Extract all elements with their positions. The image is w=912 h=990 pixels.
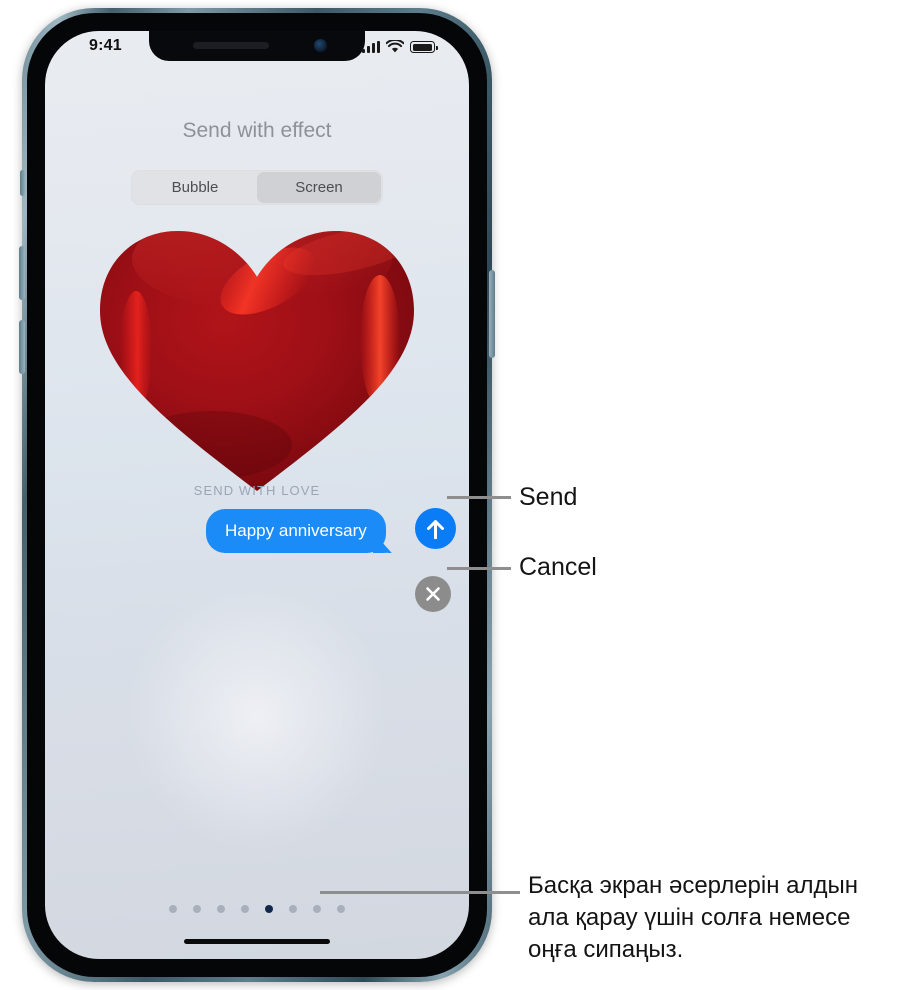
page-dot[interactable] <box>337 905 345 913</box>
send-button[interactable] <box>415 508 456 549</box>
bubble-tail-icon <box>372 532 392 553</box>
cancel-button[interactable] <box>415 576 451 612</box>
segment-screen[interactable]: Screen <box>257 172 381 203</box>
effect-caption: SEND WITH LOVE <box>193 483 321 498</box>
segment-bubble[interactable]: Bubble <box>133 172 257 203</box>
volume-down-button[interactable] <box>19 320 25 374</box>
status-bar: 9:41 <box>45 31 469 65</box>
page-indicator-dots[interactable] <box>169 905 345 913</box>
volume-up-button[interactable] <box>19 246 25 300</box>
page-title: Send with effect <box>182 119 332 142</box>
callout-label-cancel: Cancel <box>519 553 597 581</box>
effect-type-segmented-control[interactable]: Bubble Screen <box>131 170 383 205</box>
page-dot[interactable] <box>289 905 297 913</box>
illustration-canvas: 9:41 Send with effect Bubble Screen SEND… <box>0 0 912 990</box>
page-dot-active[interactable] <box>265 905 273 913</box>
page-dot[interactable] <box>217 905 225 913</box>
callout-label-send: Send <box>519 483 578 511</box>
arrow-up-icon <box>427 519 444 539</box>
home-indicator[interactable] <box>184 939 330 944</box>
callout-leader-line <box>320 891 520 894</box>
page-dot[interactable] <box>169 905 177 913</box>
battery-icon <box>410 41 438 53</box>
page-dot[interactable] <box>313 905 321 913</box>
status-bar-time: 9:41 <box>89 37 122 54</box>
power-button[interactable] <box>489 270 495 358</box>
page-dot[interactable] <box>241 905 249 913</box>
close-x-icon <box>426 587 440 601</box>
device-bezel: 9:41 Send with effect Bubble Screen SEND… <box>27 13 487 977</box>
callout-label-swipe-hint: Басқа экран әсерлерін алдын ала қарау үш… <box>528 872 859 964</box>
iphone-device-frame: 9:41 Send with effect Bubble Screen SEND… <box>19 8 495 982</box>
red-balloon-heart <box>92 219 422 497</box>
callout-leader-line <box>447 567 511 570</box>
cellular-signal-icon <box>362 41 380 53</box>
message-bubble[interactable]: Happy anniversary <box>206 509 392 553</box>
callout-leader-line <box>447 496 511 499</box>
message-text: Happy anniversary <box>225 521 367 540</box>
wifi-icon <box>386 40 404 53</box>
status-bar-indicators <box>362 40 438 53</box>
silent-switch[interactable] <box>20 170 25 196</box>
page-dot[interactable] <box>193 905 201 913</box>
background-glow <box>107 591 407 871</box>
device-screen: 9:41 Send with effect Bubble Screen SEND… <box>45 31 469 959</box>
